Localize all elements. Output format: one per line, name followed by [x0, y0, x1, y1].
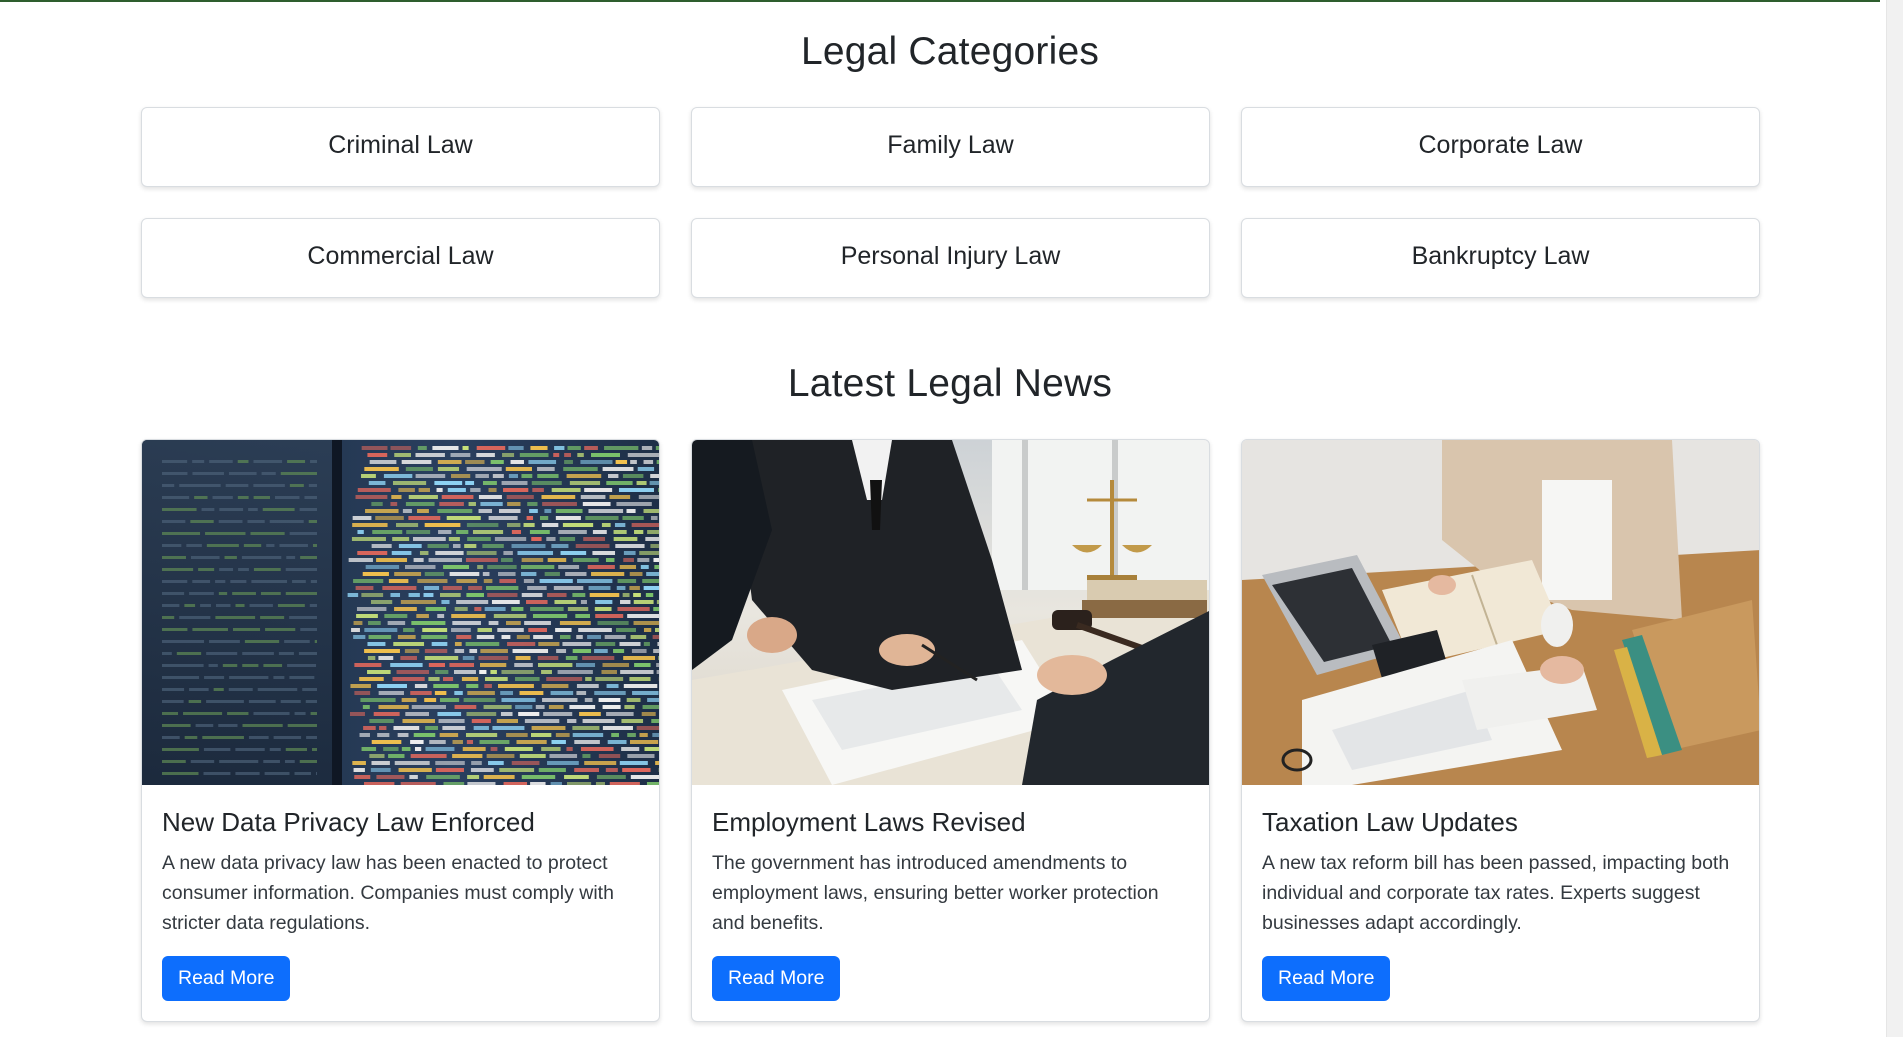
tax-paperwork-photo	[1242, 440, 1759, 785]
category-card-bankruptcy-law[interactable]: Bankruptcy Law	[1241, 218, 1760, 298]
news-card: Taxation Law Updates A new tax reform bi…	[1241, 439, 1760, 1022]
category-card-personal-injury-law[interactable]: Personal Injury Law	[691, 218, 1210, 298]
meeting-illustration	[692, 440, 1209, 785]
code-screen-photo	[142, 440, 659, 785]
read-more-button[interactable]: Read More	[1262, 956, 1391, 1001]
read-more-button[interactable]: Read More	[712, 956, 841, 1001]
category-card-commercial-law[interactable]: Commercial Law	[141, 218, 660, 298]
news-title: New Data Privacy Law Enforced	[162, 807, 535, 837]
code-lines-graphic	[162, 446, 659, 785]
latest-news-heading: Latest Legal News	[787, 362, 1113, 405]
news-card-body: New Data Privacy Law Enforced A new data…	[142, 785, 659, 1001]
category-card-criminal-law[interactable]: Criminal Law	[141, 107, 660, 187]
news-summary: A new tax reform bill has been passed, i…	[1262, 852, 1730, 934]
news-card-body: Employment Laws Revised The government h…	[692, 785, 1209, 1001]
news-card: New Data Privacy Law Enforced A new data…	[141, 439, 660, 1022]
category-card-family-law[interactable]: Family Law	[691, 107, 1210, 187]
business-meeting-photo	[692, 440, 1209, 785]
news-summary: A new data privacy law has been enacted …	[162, 852, 614, 934]
news-summary: The government has introduced amendments…	[712, 852, 1159, 934]
news-title: Taxation Law Updates	[1262, 807, 1518, 837]
tax-desk-illustration	[1242, 440, 1759, 785]
category-card-corporate-law[interactable]: Corporate Law	[1241, 107, 1760, 187]
legal-categories-heading: Legal Categories	[800, 30, 1100, 73]
read-more-button[interactable]: Read More	[162, 956, 291, 1001]
vertical-scrollbar[interactable]	[1886, 0, 1903, 1037]
category-grid: Criminal Law Family Law Corporate Law Co…	[141, 107, 1760, 298]
news-card: Employment Laws Revised The government h…	[691, 439, 1210, 1022]
page: Legal Categories Criminal Law Family Law…	[0, 0, 1887, 1037]
news-card-body: Taxation Law Updates A new tax reform bi…	[1242, 785, 1759, 1001]
news-title: Employment Laws Revised	[712, 807, 1026, 837]
news-grid: New Data Privacy Law Enforced A new data…	[141, 439, 1760, 1022]
